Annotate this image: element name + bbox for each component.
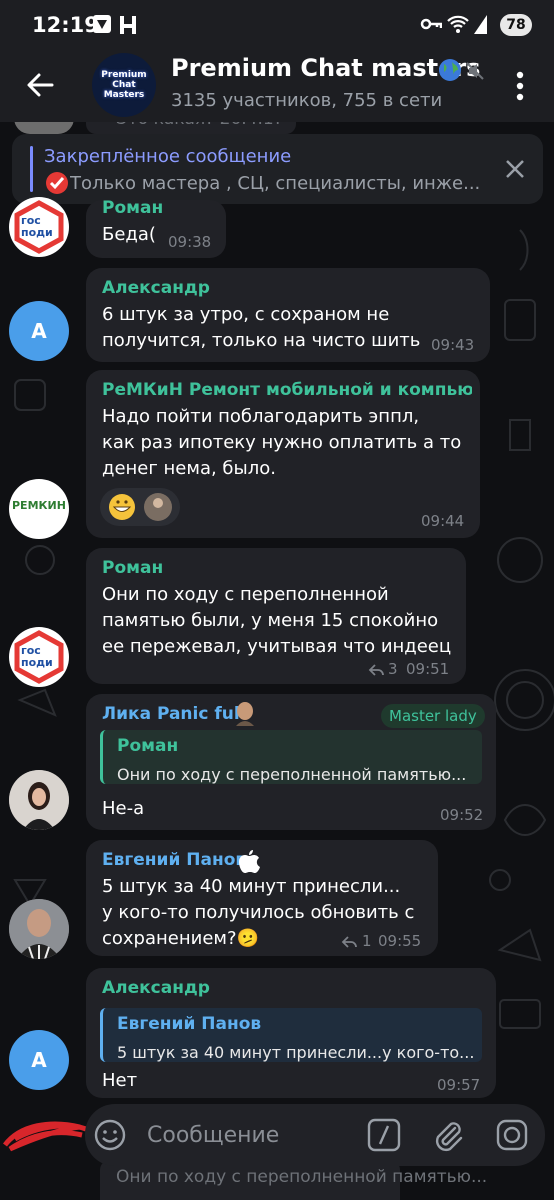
- cut-message-bottom: Они по ходу с переполненной памятью...: [100, 1160, 487, 1200]
- message-text: у кого-то получилось обновить с: [102, 902, 415, 923]
- attach-button[interactable]: [431, 1118, 465, 1156]
- battery-level: 78: [500, 14, 532, 36]
- message-time: 09:38: [168, 233, 212, 251]
- chat-avatar[interactable]: Premium Chat Masters: [92, 53, 156, 117]
- pinned-message-bar[interactable]: Закреплённое сообщение Только мастера , …: [12, 134, 543, 204]
- avatar-lika[interactable]: [9, 770, 69, 830]
- avatar-text-2: Chat: [112, 80, 136, 90]
- camera-button[interactable]: [495, 1118, 529, 1156]
- sender-name[interactable]: Роман: [102, 558, 163, 578]
- message-input[interactable]: [147, 1118, 347, 1152]
- emoji-button[interactable]: [93, 1118, 127, 1156]
- camera-icon: [496, 1119, 528, 1151]
- chat-subtitle: 3135 участников, 755 в сети: [171, 90, 443, 111]
- message-text: 6 штук за утро, с сохраном не: [102, 304, 390, 325]
- reply-name: Роман: [117, 736, 179, 756]
- avatar-text-1: Premium: [101, 70, 147, 80]
- avatar-letter[interactable]: А: [9, 301, 69, 361]
- reply-quote[interactable]: Роман Они по ходу с переполненной память…: [100, 730, 482, 784]
- message-time: 09:51: [406, 660, 450, 678]
- message-text: получится, только на чисто шить: [102, 330, 421, 351]
- wifi-icon: [447, 14, 469, 38]
- message-bubble[interactable]: Евгений Панов 5 штук за 40 минут принесл…: [86, 840, 438, 956]
- close-icon: [506, 160, 524, 178]
- member-badge: Master lady: [381, 704, 485, 728]
- mute-icon: [466, 62, 484, 84]
- check-mark-icon: [45, 171, 69, 199]
- signal-icon: [473, 14, 489, 38]
- command-button[interactable]: [367, 1118, 401, 1156]
- message-time: 09:57: [437, 1076, 481, 1094]
- sender-name[interactable]: Александр: [102, 278, 210, 298]
- message-text: Надо пойти поблагодарить эппл,: [102, 406, 420, 427]
- more-vertical-icon: [516, 71, 524, 101]
- sender-name[interactable]: РеМКиН Ремонт мобильной и компьюте...: [102, 380, 472, 400]
- sender-name[interactable]: Роман: [102, 198, 163, 218]
- message-text: как раз ипотеку нужно оплатить а то: [102, 432, 462, 453]
- message-time: 09:52: [440, 806, 484, 824]
- key-icon: [420, 14, 443, 38]
- message-text: Беда(: [102, 224, 156, 245]
- status-time: 12:19: [32, 13, 99, 37]
- message-time: 09:55: [378, 932, 422, 950]
- avatar-remkin[interactable]: РЕМКИН: [9, 479, 69, 539]
- back-button[interactable]: [22, 66, 60, 104]
- message-text: ее пережевал, учитывая что индеец: [102, 636, 452, 657]
- message-text: 5 штук за 40 минут принесли...: [102, 876, 401, 897]
- chat-title[interactable]: Premium Chat masters: [171, 54, 480, 82]
- reply-name: Евгений Панов: [117, 1014, 262, 1034]
- smiley-icon: [94, 1119, 126, 1151]
- avatar-gos[interactable]: гос поди: [9, 627, 69, 687]
- reply-count-icon: [341, 934, 357, 953]
- redacted-scribble: [0, 1105, 90, 1155]
- slash-command-icon: [367, 1118, 401, 1152]
- app-notification-icon: [118, 14, 138, 40]
- reply-count[interactable]: 1: [362, 932, 372, 950]
- message-text: сохранением?🫤: [102, 928, 259, 949]
- chat-header: Premium Chat Masters Premium Chat master…: [0, 50, 554, 122]
- pinned-close-button[interactable]: [502, 156, 528, 182]
- message-bubble[interactable]: Роман Они по ходу с переполненной память…: [86, 548, 466, 684]
- message-text: памятью были, у меня 15 спокойно: [102, 610, 439, 631]
- sender-emoji-icon: [232, 700, 258, 730]
- message-bubble[interactable]: Александр 6 штук за утро, с сохраном не …: [86, 268, 490, 362]
- gos-text-2: поди: [21, 656, 53, 669]
- avatar-text-3: Masters: [103, 90, 145, 100]
- message-text: Нет: [102, 1070, 138, 1091]
- sender-name[interactable]: Евгений Панов: [102, 850, 246, 870]
- gos-text-2: поди: [21, 226, 53, 239]
- reply-count[interactable]: 3: [388, 660, 398, 678]
- sender-name[interactable]: Лика Panic full: [102, 704, 246, 724]
- message-text: Не-а: [102, 798, 145, 819]
- remkin-logo-text: РЕМКИН: [12, 499, 66, 512]
- avatar-letter[interactable]: А: [9, 1030, 69, 1090]
- avatar-gos[interactable]: гос поди: [9, 197, 69, 257]
- pinned-indicator: [30, 146, 33, 192]
- paperclip-icon: [435, 1122, 463, 1152]
- message-text: денег нема, было.: [102, 458, 276, 479]
- reply-count-icon: [368, 662, 384, 681]
- shield-notification-icon: [92, 14, 112, 38]
- message-bubble[interactable]: РеМКиН Ремонт мобильной и компьюте... На…: [86, 370, 480, 538]
- pinned-text: Только мастера , СЦ, специалисты, инже..…: [70, 173, 481, 194]
- more-menu-button[interactable]: [506, 68, 534, 104]
- reactions[interactable]: [100, 488, 180, 526]
- globe-emoji-icon: [438, 58, 462, 86]
- message-time: 09:43: [431, 336, 475, 354]
- message-text: Они по ходу с переполненной: [102, 584, 389, 605]
- reply-quote[interactable]: Евгений Панов 5 штук за 40 минут принесл…: [100, 1008, 482, 1062]
- message-bubble[interactable]: Александр Евгений Панов 5 штук за 40 мин…: [86, 968, 496, 1098]
- sender-name[interactable]: Александр: [102, 978, 210, 998]
- avatar-evgeniy[interactable]: [9, 899, 69, 959]
- message-input-bar: [85, 1104, 545, 1166]
- back-arrow-icon: [27, 73, 54, 97]
- reply-text: Они по ходу с переполненной памятью...: [117, 765, 467, 784]
- message-time: 09:44: [421, 512, 465, 530]
- reply-text: 5 штук за 40 минут принесли...у кого-то.…: [117, 1043, 475, 1062]
- pinned-title: Закреплённое сообщение: [44, 146, 292, 167]
- message-bubble[interactable]: Роман Беда( 09:38: [86, 198, 226, 258]
- status-bar: 12:19 78: [0, 0, 554, 50]
- cut-message-text: Они по ходу с переполненной памятью...: [116, 1167, 488, 1187]
